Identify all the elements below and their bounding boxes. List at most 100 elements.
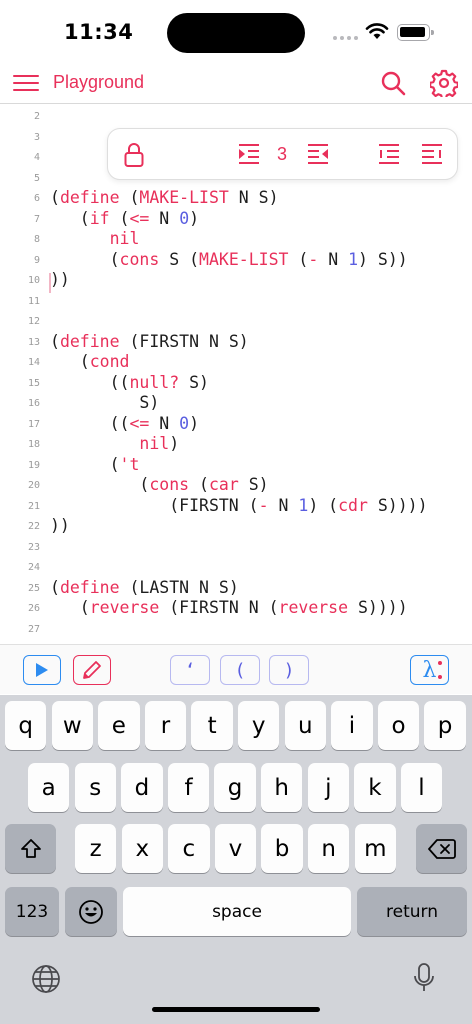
code-keyword: cons [149,475,190,494]
code-line[interactable]: 19 ('t [0,455,472,475]
code-line[interactable]: 8 nil [0,229,472,249]
key-l[interactable]: l [400,763,443,812]
key-f[interactable]: f [167,763,210,812]
code-token: ( [50,475,150,494]
code-number: 0 [179,208,190,228]
code-line[interactable]: 16 S) [0,393,472,413]
gear-icon[interactable] [429,69,459,102]
key-v[interactable]: v [214,824,257,873]
uncomment-lines-icon[interactable] [419,142,445,173]
line-number: 18 [27,439,40,450]
key-d[interactable]: d [121,763,163,812]
edit-button[interactable] [73,655,111,685]
code-line[interactable]: 23 [0,537,472,557]
insert-close-paren-button[interactable]: ) [269,655,309,685]
code-token: ) S)) [358,249,408,269]
code-line[interactable]: 11 [0,291,472,311]
key-w[interactable]: w [51,701,93,750]
code-text: )) [50,270,70,290]
code-token: ( [50,352,90,371]
shift-key[interactable] [5,824,56,873]
space-key[interactable]: space [123,887,351,936]
code-line[interactable]: 15 ((null? S) [0,373,472,393]
key-n[interactable]: n [308,824,350,873]
key-x[interactable]: x [121,824,163,873]
key-e[interactable]: e [98,701,140,750]
key-k[interactable]: k [354,763,396,812]
code-token: ) [189,208,200,228]
key-b[interactable]: b [261,824,303,873]
code-line[interactable]: 25 (define (LASTN N S) [0,578,472,598]
code-line[interactable]: 18 nil) [0,434,472,454]
globe-icon[interactable] [31,964,61,999]
delete-key[interactable] [416,824,467,873]
key-h[interactable]: h [261,763,303,812]
code-token: ) ( [308,495,339,515]
code-line[interactable]: 6 (define (MAKE-LIST N S) [0,188,472,208]
search-icon[interactable] [380,70,406,101]
key-s[interactable]: s [74,763,116,812]
code-text: ((null? S) [50,373,209,393]
run-button[interactable] [23,655,61,685]
code-line[interactable]: 22)) [0,516,472,536]
code-keyword: define [59,331,120,351]
code-token: N [318,249,349,269]
key-q[interactable]: q [5,701,47,750]
code-keyword: 't [119,454,140,474]
key-m[interactable]: m [354,824,396,873]
code-line[interactable]: 20 (cons (car S) [0,475,472,495]
key-t[interactable]: t [191,701,233,750]
key-a[interactable]: a [28,763,70,812]
code-text: )) [50,516,70,536]
line-number: 16 [27,398,40,409]
code-keyword: cdr [338,495,368,515]
code-line[interactable]: 27 [0,619,472,639]
key-z[interactable]: z [75,824,117,873]
code-text: (cond [50,352,130,372]
outdent-icon[interactable] [305,142,331,173]
code-line[interactable]: 10)) [0,270,472,290]
line-number: 20 [27,480,40,491]
numbers-key[interactable]: 123 [5,887,59,936]
hamburger-menu-icon[interactable] [13,75,39,93]
key-p[interactable]: p [424,701,466,750]
keyboard-accessory-bar: ‘ ( ) λ [0,644,472,694]
key-y[interactable]: y [238,701,280,750]
key-j[interactable]: j [307,763,349,812]
key-g[interactable]: g [214,763,256,812]
insert-quote-button[interactable]: ‘ [170,655,210,685]
code-line[interactable]: 14 (cond [0,352,472,372]
comment-lines-icon[interactable] [376,142,402,173]
code-line[interactable]: 24 [0,557,472,577]
key-o[interactable]: o [377,701,420,750]
code-editor[interactable]: 2 3 4 5 6 (define (MAKE-LIST N S) 7 (if (<= N … [0,105,472,643]
microphone-icon[interactable] [413,962,435,999]
key-c[interactable]: c [168,824,210,873]
return-key[interactable]: return [357,887,467,936]
home-indicator [152,1007,320,1012]
indent-icon[interactable] [236,142,262,173]
code-text: (reverse (FIRSTN N (reverse S)))) [50,598,408,618]
code-line[interactable]: 21 (FIRSTN (- N 1) (cdr S)))) [0,496,472,516]
code-line[interactable]: 13 (define (FIRSTN N S) [0,332,472,352]
key-r[interactable]: r [144,701,187,750]
code-token: )) [50,270,70,289]
lambda-button[interactable]: λ [410,655,449,685]
lock-icon[interactable] [123,142,145,173]
code-line[interactable]: 2 [0,106,472,126]
code-line[interactable]: 17 ((<= N 0) [0,414,472,434]
emoji-key[interactable] [65,887,117,936]
line-number: 17 [27,418,40,430]
code-line[interactable]: 7 (if (<= N 0) [0,209,472,229]
code-line[interactable]: 12 [0,311,472,331]
code-line[interactable]: 9 (cons S (MAKE-LIST (- N 1) S)) [0,250,472,270]
code-token: ( [50,598,90,617]
key-i[interactable]: i [331,701,373,750]
key-u[interactable]: u [284,701,326,750]
code-text: (if (<= N 0) [50,209,199,229]
code-line[interactable]: 26 (reverse (FIRSTN N (reverse S)))) [0,598,472,618]
indent-count: 3 [277,144,288,164]
insert-open-paren-button[interactable]: ( [220,655,260,685]
